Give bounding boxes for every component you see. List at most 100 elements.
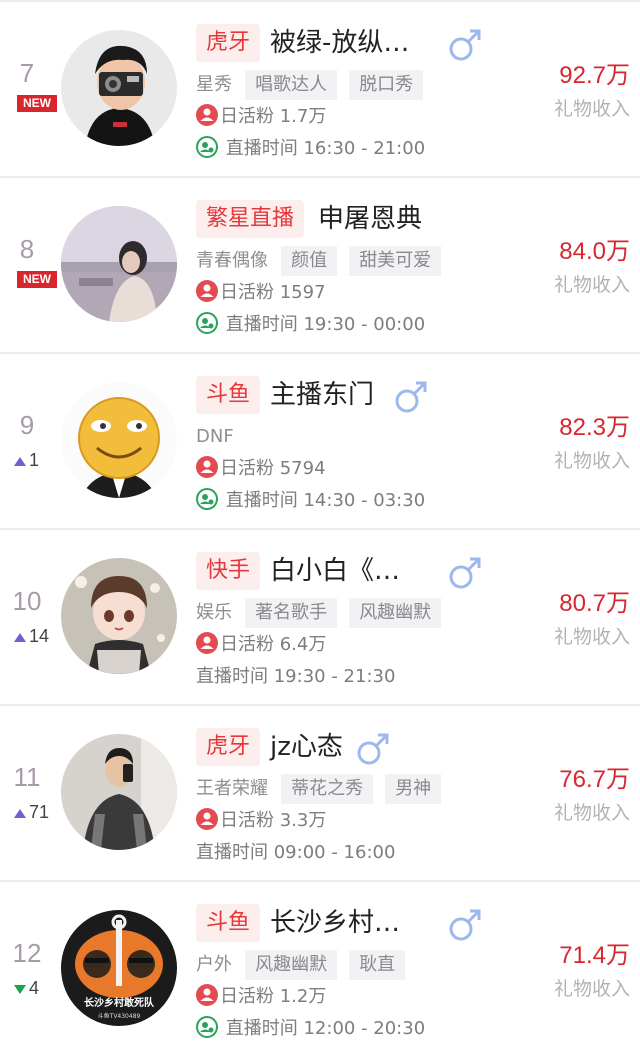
dau-label: 日活粉 — [220, 810, 274, 831]
tag-chip: 风趣幽默 — [245, 950, 338, 980]
live-time: 直播时间 09:00 - 16:00 — [196, 839, 395, 867]
live-value: 16:30 - 21:00 — [303, 138, 426, 159]
fans-icon — [196, 808, 218, 830]
income-value: 82.3万 — [559, 414, 630, 441]
rank-up-icon — [14, 632, 26, 642]
streamer-name[interactable]: 主播东门 — [270, 376, 374, 414]
live-label: 直播时间 — [225, 1018, 298, 1039]
live-value: 12:00 - 20:30 — [303, 1018, 426, 1039]
income-label: 礼物收入 — [553, 978, 630, 1000]
income-value: 71.4万 — [559, 942, 630, 969]
rank-trend: 4 — [14, 977, 64, 999]
ranking-row-10[interactable]: 10 14 快手 白小白《… 娱乐 著名歌手 风趣幽默 日活粉 6.4万 直播时… — [0, 530, 640, 704]
income-value: 76.7万 — [559, 766, 630, 793]
fans-icon — [196, 632, 218, 654]
male-icon — [446, 906, 484, 944]
platform-tag: 繁星直播 — [196, 200, 305, 238]
dau-value: 6.4万 — [279, 634, 327, 655]
streamer-name[interactable]: 被绿-放纵… — [270, 24, 409, 62]
tag-row: 户外 风趣幽默 耿直 — [196, 950, 412, 980]
streamer-name[interactable]: 申屠恩典 — [318, 200, 422, 238]
avatar[interactable]: 长沙乡村敢死队 斗鱼TV430489 — [61, 910, 177, 1026]
ranking-list: 7 NEW 虎牙 被绿-放纵… 星秀 唱歌达人 脱口秀 日活粉 1.7万 直播时… — [0, 0, 640, 1041]
category-label: 王者荣耀 — [196, 778, 268, 799]
avatar[interactable] — [61, 382, 177, 498]
income-label: 礼物收入 — [553, 98, 630, 120]
dau-value: 5794 — [279, 458, 326, 479]
avatar-logo-title: 长沙乡村敢死队 — [84, 996, 155, 1009]
category-label: DNF — [196, 426, 234, 447]
tag-chip: 唱歌达人 — [245, 70, 338, 100]
tag-row: 星秀 唱歌达人 脱口秀 — [196, 70, 430, 100]
live-label: 直播时间 — [225, 138, 298, 159]
streamer-name[interactable]: 长沙乡村… — [270, 904, 400, 942]
rank-down-icon — [14, 984, 26, 994]
live-time: 直播时间 12:00 - 20:30 — [196, 1015, 425, 1043]
avatar[interactable] — [61, 30, 177, 146]
rank-up-icon — [14, 808, 26, 818]
ranking-row-12[interactable]: 12 4 长沙乡村敢死队 斗鱼TV430489 斗鱼 长沙乡村… 户外 风趣幽默 — [0, 882, 640, 1056]
trend-value: 71 — [29, 802, 50, 822]
tag-chip: 男神 — [385, 774, 442, 804]
fans-icon — [196, 456, 218, 478]
income-label: 礼物收入 — [553, 626, 630, 648]
rank-number: 11 — [13, 762, 41, 792]
income-value: 92.7万 — [559, 62, 630, 89]
streamer-name[interactable]: jz心态 — [270, 728, 343, 766]
rank-number: 10 — [12, 586, 42, 616]
trend-value: 1 — [29, 450, 40, 470]
fans-icon — [196, 984, 218, 1006]
dau-value: 1.7万 — [279, 106, 327, 127]
trend-value: 14 — [29, 626, 50, 646]
avatar-logo-subtitle: 斗鱼TV430489 — [98, 1012, 141, 1020]
live-time: 直播时间 14:30 - 03:30 — [196, 487, 425, 515]
live-icon — [196, 312, 218, 334]
dau-label: 日活粉 — [220, 986, 274, 1007]
live-icon — [196, 136, 218, 158]
live-time: 直播时间 19:30 - 00:00 — [196, 311, 425, 339]
live-icon — [196, 488, 218, 510]
dau-value: 3.3万 — [279, 810, 327, 831]
avatar[interactable] — [61, 734, 177, 850]
rank-up-icon — [14, 456, 26, 466]
daily-active-fans: 日活粉 3.3万 — [196, 808, 326, 834]
tag-chip: 蒂花之秀 — [281, 774, 374, 804]
live-value: 14:30 - 03:30 — [303, 490, 426, 511]
income-value: 84.0万 — [559, 238, 630, 265]
dau-label: 日活粉 — [220, 106, 274, 127]
daily-active-fans: 日活粉 6.4万 — [196, 632, 326, 658]
dau-value: 1.2万 — [279, 986, 327, 1007]
platform-tag: 斗鱼 — [196, 904, 261, 942]
dau-value: 1597 — [279, 282, 326, 303]
live-value: 09:00 - 16:00 — [273, 842, 396, 863]
male-icon — [354, 730, 392, 768]
fans-icon — [196, 280, 218, 302]
tag-row: 娱乐 著名歌手 风趣幽默 — [196, 598, 448, 628]
daily-active-fans: 日活粉 1.2万 — [196, 984, 326, 1010]
tag-chip: 脱口秀 — [349, 70, 424, 100]
category-label: 星秀 — [196, 74, 232, 95]
rank-number: 7 — [19, 58, 35, 88]
avatar[interactable] — [61, 206, 177, 322]
ranking-row-11[interactable]: 11 71 虎牙 jz心态 王者荣耀 蒂花之秀 男神 日活粉 3.3万 直播时间… — [0, 706, 640, 880]
male-icon — [446, 554, 484, 592]
male-icon — [392, 378, 430, 416]
category-label: 户外 — [196, 954, 232, 975]
dau-label: 日活粉 — [220, 282, 274, 303]
ranking-row-9[interactable]: 9 1 斗鱼 主播东门 DNF 日活粉 5794 直播时间 14:30 - 03… — [0, 354, 640, 528]
rank-number: 12 — [12, 938, 42, 968]
ranking-row-8[interactable]: 8 NEW 繁星直播 申屠恩典 青春偶像 颜值 甜美可爱 日活粉 1597 直播… — [0, 178, 640, 352]
live-label: 直播时间 — [196, 842, 268, 863]
rank-number: 8 — [19, 234, 35, 264]
trend-value: 4 — [29, 978, 40, 998]
category-label: 青春偶像 — [196, 250, 268, 271]
ranking-row-7[interactable]: 7 NEW 虎牙 被绿-放纵… 星秀 唱歌达人 脱口秀 日活粉 1.7万 直播时… — [0, 2, 640, 176]
streamer-name[interactable]: 白小白《… — [270, 552, 400, 590]
tag-row: DNF — [196, 422, 242, 452]
tag-chip: 甜美可爱 — [349, 246, 442, 276]
avatar[interactable] — [61, 558, 177, 674]
tag-row: 青春偶像 颜值 甜美可爱 — [196, 246, 448, 276]
rank-trend: 71 — [14, 801, 64, 823]
daily-active-fans: 日活粉 5794 — [196, 456, 326, 482]
dau-label: 日活粉 — [220, 458, 274, 479]
